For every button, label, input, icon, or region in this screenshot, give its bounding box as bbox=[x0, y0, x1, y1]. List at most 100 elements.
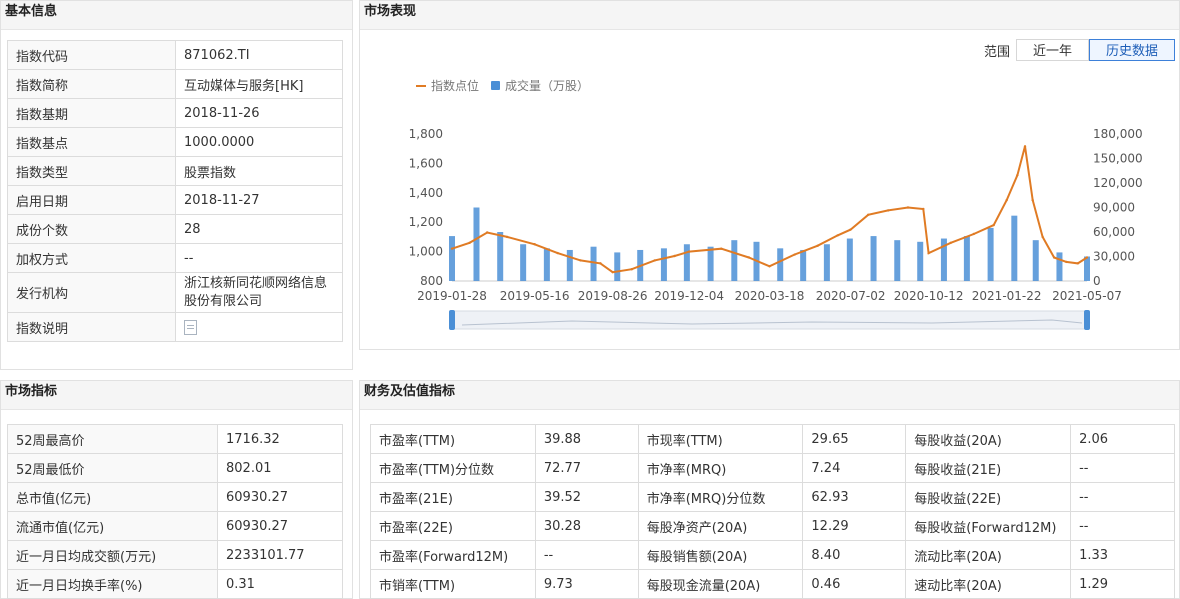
basic-key: 发行机构 bbox=[7, 272, 176, 313]
indicator-key: 52周最高价 bbox=[7, 424, 218, 454]
finance-key: 每股现金流量(20A) bbox=[637, 569, 804, 599]
index-point bbox=[720, 247, 723, 250]
finance-value: -- bbox=[1070, 482, 1175, 512]
basic-value: 2018-11-27 bbox=[175, 185, 343, 215]
index-point bbox=[1065, 260, 1068, 264]
document-icon[interactable] bbox=[184, 319, 197, 335]
finance-value: 30.28 bbox=[534, 511, 639, 541]
table-row: 52周最低价 802.01 bbox=[7, 453, 343, 483]
market-chart: 800 1,000 1,200 1,400 1,600 1,800 0 30,000 60,00… bbox=[409, 127, 1143, 330]
volume-bar bbox=[1084, 256, 1090, 281]
zoom-slider-track bbox=[451, 310, 1088, 330]
finance-value: 7.24 bbox=[802, 453, 907, 483]
table-row: 市盈率(Forward12M) -- 每股销售额(20A) 8.40 流动比率(20A)… bbox=[370, 540, 1175, 570]
table-row: 加权方式 -- bbox=[7, 243, 343, 273]
finance-key: 每股销售额(20A) bbox=[637, 540, 804, 570]
basic-key: 指数简称 bbox=[7, 69, 176, 99]
index-point bbox=[611, 270, 614, 274]
finance-key: 市销率(TTM) bbox=[370, 569, 536, 599]
basic-value bbox=[175, 312, 343, 342]
basic-key: 指数代码 bbox=[7, 40, 176, 70]
finance-key: 流动比率(20A) bbox=[905, 540, 1072, 570]
table-row: 指数简称 互动媒体与服务[HK] bbox=[7, 69, 343, 99]
finance-value: 39.52 bbox=[534, 482, 639, 512]
basic-value: 浙江核新同花顺网络信息股份有限公司 bbox=[175, 272, 343, 313]
finance-value: 39.88 bbox=[534, 424, 639, 454]
table-row: 指数基点 1000.0000 bbox=[7, 127, 343, 157]
volume-bar bbox=[987, 227, 994, 281]
volume-bar bbox=[1056, 252, 1063, 281]
finance-value: 72.77 bbox=[534, 453, 639, 483]
basic-key: 启用日期 bbox=[7, 185, 176, 215]
indicator-key: 总市值(亿元) bbox=[7, 482, 218, 512]
index-point bbox=[1016, 173, 1019, 177]
finance-key: 市净率(MRQ)分位数 bbox=[637, 482, 804, 512]
index-point bbox=[485, 231, 489, 234]
finance-value: 9.73 bbox=[534, 569, 639, 599]
finance-key: 市盈率(21E) bbox=[370, 482, 536, 512]
index-point bbox=[579, 259, 582, 262]
indicator-key: 近一月日均换手率(%) bbox=[7, 569, 218, 599]
index-point bbox=[556, 251, 559, 255]
volume-bar bbox=[497, 232, 504, 281]
y-right-tick-label: 0 bbox=[1093, 274, 1101, 288]
table-row: 市盈率(21E) 39.52 市净率(MRQ)分位数 62.93 每股收益(22E) -- bbox=[370, 482, 1175, 512]
finance-key: 市盈率(TTM) bbox=[370, 424, 536, 454]
basic-info-table: 指数代码 871062.TI 指数简称 互动媒体与服务[HK] 指数基期 2018-11-… bbox=[7, 40, 343, 342]
index-point bbox=[886, 209, 890, 212]
y-right-tick-label: 150,000 bbox=[1093, 152, 1143, 166]
index-point bbox=[468, 241, 471, 244]
index-point bbox=[450, 247, 454, 250]
x-tick-label: 2020-03-18 bbox=[735, 289, 805, 303]
volume-bar bbox=[566, 249, 573, 281]
volume-bar bbox=[520, 244, 527, 281]
index-point bbox=[768, 265, 771, 268]
indicator-value: 60930.27 bbox=[217, 511, 343, 541]
y-right-tick-label: 90,000 bbox=[1093, 201, 1135, 215]
basic-key: 指数说明 bbox=[7, 312, 176, 342]
volume-bar bbox=[660, 248, 667, 281]
finance-key: 每股收益(Forward12M) bbox=[905, 511, 1072, 541]
finance-key: 每股收益(21E) bbox=[905, 453, 1072, 483]
volume-bar bbox=[823, 244, 830, 281]
volume-bar bbox=[777, 248, 784, 281]
indicator-key: 流通市值(亿元) bbox=[7, 511, 218, 541]
y-left-tick-label: 1,800 bbox=[409, 127, 443, 141]
volume-bar bbox=[846, 238, 853, 281]
table-row: 启用日期 2018-11-27 bbox=[7, 185, 343, 215]
index-point bbox=[1076, 262, 1080, 265]
volume-bar bbox=[1032, 240, 1039, 281]
zoom-handle-right[interactable] bbox=[1084, 310, 1090, 330]
zoom-handle-left[interactable] bbox=[449, 310, 455, 330]
index-point bbox=[949, 241, 953, 244]
x-tick-label: 2019-01-28 bbox=[417, 289, 487, 303]
basic-key: 指数类型 bbox=[7, 156, 176, 186]
table-row: 指数基期 2018-11-26 bbox=[7, 98, 343, 128]
index-point bbox=[992, 223, 995, 227]
index-point bbox=[922, 207, 925, 211]
index-point bbox=[599, 262, 602, 265]
x-tick-label: 2021-05-07 bbox=[1052, 289, 1122, 303]
indicator-value: 802.01 bbox=[217, 453, 343, 483]
volume-bar bbox=[917, 241, 924, 281]
basic-value: 28 bbox=[175, 214, 343, 244]
volume-bar bbox=[731, 240, 738, 281]
index-point bbox=[849, 228, 852, 231]
table-row: 指数说明 bbox=[7, 312, 343, 342]
volume-bar bbox=[683, 244, 690, 281]
y-right-tick-label: 30,000 bbox=[1093, 250, 1135, 264]
indicator-value: 60930.27 bbox=[217, 482, 343, 512]
volume-bar bbox=[963, 236, 970, 281]
table-row: 市盈率(TTM)分位数 72.77 市净率(MRQ) 7.24 每股收益(21E) -- bbox=[370, 453, 1175, 483]
finance-value: 29.65 bbox=[802, 424, 907, 454]
indicator-value: 0.31 bbox=[217, 569, 343, 599]
index-point bbox=[533, 243, 536, 246]
table-row: 指数类型 股票指数 bbox=[7, 156, 343, 186]
x-tick-label: 2019-12-04 bbox=[654, 289, 724, 303]
market-indicators-panel: 市场指标 52周最高价 1716.32 52周最低价 802.01 总市值(亿元) 609… bbox=[0, 380, 353, 599]
finance-valuation-panel: 财务及估值指标 市盈率(TTM) 39.88 市现率(TTM) 29.65 每股收益(2… bbox=[359, 380, 1180, 599]
basic-value: -- bbox=[175, 243, 343, 273]
finance-valuation-title: 财务及估值指标 bbox=[360, 381, 1179, 410]
x-tick-label: 2019-08-26 bbox=[578, 289, 648, 303]
volume-bar bbox=[800, 249, 807, 281]
